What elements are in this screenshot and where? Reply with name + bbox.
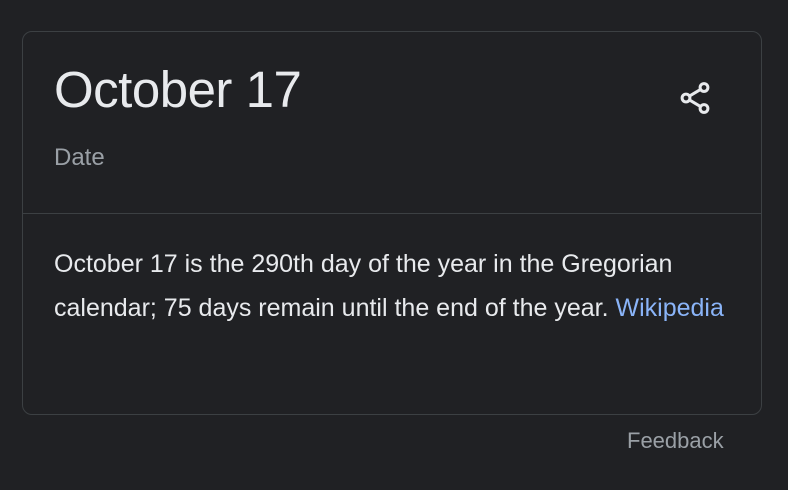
feedback-link[interactable]: Feedback xyxy=(627,426,724,456)
description-body: October 17 is the 290th day of the year … xyxy=(54,250,673,322)
page-title: October 17 xyxy=(54,61,302,118)
entity-type-label: Date xyxy=(54,144,105,171)
wikipedia-link[interactable]: Wikipedia xyxy=(615,294,723,322)
share-icon xyxy=(680,82,710,114)
description-text: October 17 is the 290th day of the year … xyxy=(54,242,734,330)
share-button[interactable] xyxy=(670,73,720,123)
knowledge-panel-card: October 17 Date October 17 is the 290th … xyxy=(22,31,762,415)
card-header: October 17 Date xyxy=(23,32,761,214)
